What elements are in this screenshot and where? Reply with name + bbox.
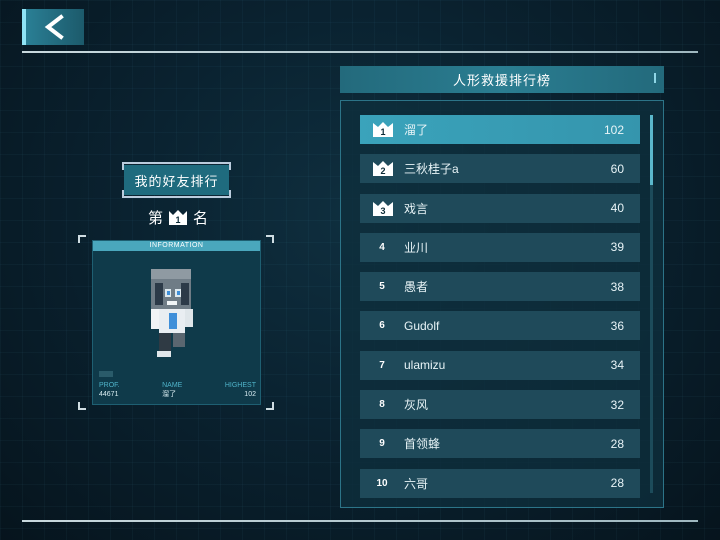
info-card-header: INFORMATION	[93, 241, 260, 251]
leaderboard-title: 人形救援排行榜	[340, 66, 664, 93]
row-score: 28	[610, 436, 624, 451]
row-score: 28	[610, 476, 624, 491]
scroll-thumb[interactable]	[650, 115, 653, 185]
player-avatar	[151, 269, 193, 357]
rank-suffix: 名	[192, 209, 208, 227]
prof-value: 44671	[99, 391, 119, 398]
row-rank: 4	[379, 241, 385, 253]
crown-icon: 1	[373, 122, 393, 137]
row-name: 灰风	[404, 398, 429, 413]
my-rank-value: 1	[175, 214, 181, 225]
row-name: 首领蜂	[404, 437, 441, 452]
row-score: 39	[610, 240, 624, 255]
row-rank: 6	[379, 320, 385, 332]
highest-value: 102	[244, 391, 256, 398]
row-score: 36	[610, 318, 624, 333]
row-name: 三秋桂子a	[404, 162, 459, 177]
row-score: 102	[603, 122, 624, 137]
row-score: 32	[610, 397, 624, 412]
info-card-frame: INFORMATION PROF. 44671 NAME 溜了 HIGHEST …	[78, 235, 274, 410]
leaderboard-title-text: 人形救援排行榜	[452, 73, 551, 88]
my-rank: 第 1 名	[148, 206, 208, 228]
row-rank: 9	[379, 438, 385, 450]
info-card[interactable]: INFORMATION PROF. 44671 NAME 溜了 HIGHEST …	[92, 240, 261, 405]
highest-label: HIGHEST	[224, 382, 256, 389]
row-name: 业川	[404, 240, 429, 255]
prof-label: PROF.	[99, 382, 120, 389]
friend-ranking-title-text: 我的好友排行	[134, 173, 219, 189]
row-name: ulamizu	[404, 358, 446, 373]
rank-prefix: 第	[148, 209, 164, 227]
top-divider	[22, 51, 698, 53]
leaderboard-row[interactable]: 2 三秋桂子a 60	[360, 154, 640, 184]
friend-ranking-title: 我的好友排行	[122, 162, 231, 198]
name-stat: NAME 溜了	[162, 381, 182, 399]
title-tick	[654, 73, 656, 83]
highest-stat: HIGHEST 102	[225, 381, 256, 399]
info-stats: PROF. 44671 NAME 溜了 HIGHEST 102	[99, 381, 256, 399]
row-rank: 8	[379, 399, 385, 411]
leaderboard-list: 1 溜了 102 2 三秋桂子a 60 3 戏言 40 4 业川 39 5 愚者 38 6 Gudolf 36 7 u…	[360, 115, 640, 508]
row-rank: 10	[376, 477, 388, 489]
leaderboard-row[interactable]: 7 ulamizu 34	[360, 350, 640, 380]
prof-bar	[99, 371, 113, 377]
crown-icon: 3	[373, 200, 393, 216]
row-rank: 3	[380, 205, 386, 216]
leaderboard-row[interactable]: 8 灰风 32	[360, 390, 640, 420]
leaderboard-scrollbar[interactable]	[650, 115, 653, 493]
name-value: 溜了	[162, 391, 177, 398]
leaderboard-row[interactable]: 1 溜了 102	[360, 115, 640, 144]
leaderboard-row[interactable]: 6 Gudolf 36	[360, 311, 640, 341]
prof-stat: PROF. 44671	[99, 381, 120, 399]
row-name: 六哥	[404, 476, 429, 491]
chevron-left-icon	[44, 14, 64, 40]
name-label: NAME	[162, 382, 183, 389]
row-rank: 2	[380, 166, 386, 177]
row-rank: 5	[379, 281, 385, 293]
leaderboard-row[interactable]: 4 业川 39	[360, 232, 640, 262]
crown-icon: 1	[169, 209, 187, 225]
row-name: Gudolf	[404, 318, 440, 333]
leaderboard-row[interactable]: 9 首领蜂 28	[360, 429, 640, 459]
row-score: 38	[610, 279, 624, 294]
leaderboard-panel[interactable]: 1 溜了 102 2 三秋桂子a 60 3 戏言 40 4 业川 39 5 愚者 38 6 Gudolf 36 7 u…	[340, 100, 664, 508]
row-score: 34	[610, 358, 624, 373]
bottom-divider	[22, 520, 698, 522]
row-name: 愚者	[404, 280, 429, 295]
leaderboard-row[interactable]: 5 愚者 38	[360, 272, 640, 302]
row-name: 溜了	[404, 123, 429, 137]
row-score: 40	[610, 201, 624, 216]
crown-icon: 2	[373, 161, 393, 177]
leaderboard-row[interactable]: 10 六哥 28	[360, 468, 640, 498]
row-name: 戏言	[404, 201, 429, 216]
row-score: 60	[610, 161, 624, 176]
row-rank: 7	[379, 359, 385, 371]
row-rank: 1	[380, 127, 386, 137]
leaderboard-row[interactable]: 3 戏言 40	[360, 193, 640, 223]
back-button[interactable]	[22, 9, 84, 45]
